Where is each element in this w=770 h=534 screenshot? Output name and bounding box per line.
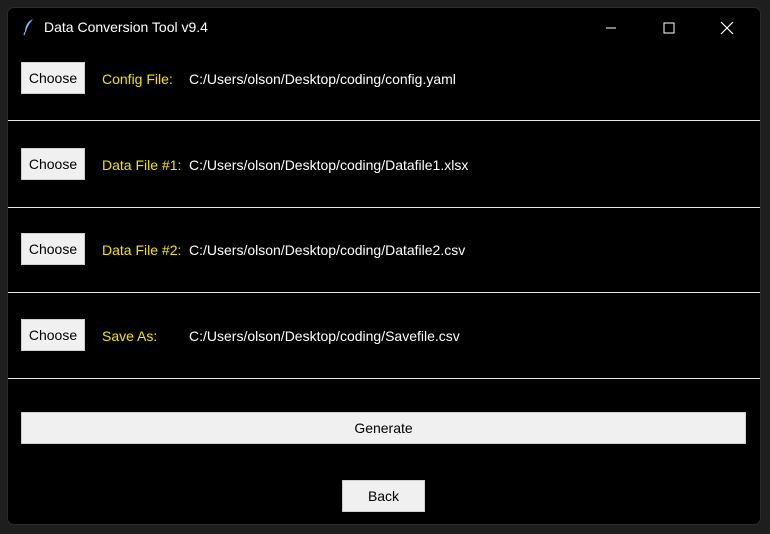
config-file-path: C:/Users/olson/Desktop/coding/config.yam…: [189, 71, 456, 87]
row-separator: [8, 207, 760, 208]
maximize-icon: [663, 22, 675, 34]
minimize-button[interactable]: [588, 8, 634, 48]
datafile2-label: Data File #2:: [102, 242, 182, 258]
minimize-icon: [606, 27, 616, 29]
close-icon: [720, 21, 734, 35]
row-separator: [8, 378, 760, 379]
window-title: Data Conversion Tool v9.4: [44, 19, 208, 35]
choose-config-button[interactable]: Choose: [21, 62, 85, 94]
generate-button[interactable]: Generate: [21, 412, 746, 444]
datafile2-path: C:/Users/olson/Desktop/coding/Datafile2.…: [189, 242, 466, 258]
choose-savefile-button[interactable]: Choose: [21, 319, 85, 351]
datafile1-path: C:/Users/olson/Desktop/coding/Datafile1.…: [189, 157, 469, 173]
feather-icon: [23, 19, 33, 36]
datafile1-label: Data File #1:: [102, 157, 182, 173]
choose-datafile2-button[interactable]: Choose: [21, 233, 85, 265]
row-separator: [8, 292, 760, 293]
back-button[interactable]: Back: [342, 480, 425, 512]
close-button[interactable]: [704, 8, 750, 48]
maximize-button[interactable]: [646, 8, 692, 48]
row-separator: [8, 120, 760, 121]
choose-datafile1-button[interactable]: Choose: [21, 148, 85, 180]
save-as-label: Save As:: [102, 328, 158, 344]
title-bar[interactable]: Data Conversion Tool v9.4: [8, 8, 760, 48]
config-file-label: Config File:: [102, 71, 173, 87]
save-as-path: C:/Users/olson/Desktop/coding/Savefile.c…: [189, 328, 460, 344]
app-window: Data Conversion Tool v9.4 Choose Config …: [8, 8, 760, 524]
